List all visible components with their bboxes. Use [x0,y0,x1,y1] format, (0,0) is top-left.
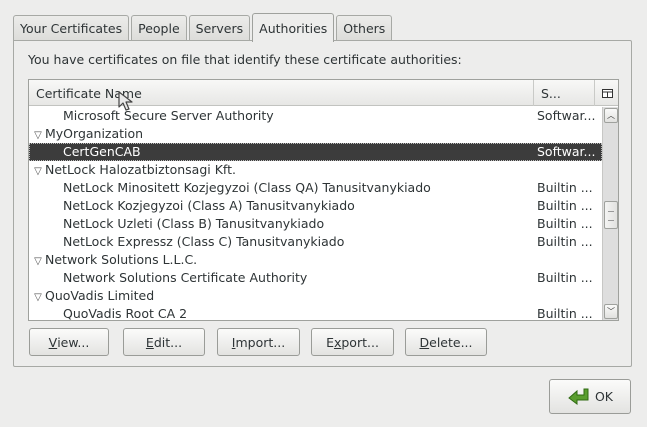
tab-servers[interactable]: Servers [188,15,251,41]
tree-group-row[interactable]: ▽ NetLock Halozatbiztonsagi Kft. [29,161,602,179]
export-label-start: E [326,334,334,350]
column-header-security-device[interactable]: S... [534,80,595,106]
tab-people[interactable]: People [131,15,187,41]
cert-name: Microsoft Secure Server Authority [63,108,274,123]
view-button[interactable]: View... [29,328,109,356]
tree-group-row[interactable]: ▽ QuoVadis Limited [29,287,602,305]
tree-row[interactable]: Network Solutions Certificate Authority … [29,269,602,287]
cert-name: NetLock Kozjegyzoi (Class A) Tanusitvany… [63,198,355,213]
column-picker-icon [601,88,613,98]
cert-security-device: Builtin ... [537,180,593,195]
tab-authorities[interactable]: Authorities [252,13,335,42]
cert-name: NetLock Expressz (Class C) Tanusitvanyki… [63,234,345,249]
delete-button[interactable]: Delete... [405,328,487,356]
chevron-down-icon: ﹀ [607,307,615,316]
export-label: port... [341,334,379,350]
edit-label: dit... [153,334,183,350]
expander-open-icon[interactable]: ▽ [32,256,44,267]
tree-row[interactable]: QuoVadis Root CA 2 Builtin ... [29,305,602,321]
cert-security-device: Softwar... [537,144,596,159]
tab-your-certificates[interactable]: Your Certificates [13,15,130,41]
import-button[interactable]: Import... [217,328,300,356]
tree-rows: Microsoft Secure Server Authority Softwa… [29,107,602,321]
cert-security-device: Builtin ... [537,198,593,213]
ok-label: OK [594,389,614,404]
export-button[interactable]: Ex port... [311,328,394,356]
group-name: Network Solutions L.L.C. [45,252,198,267]
view-mnemonic: V [48,334,58,350]
intro-text: You have certificates on file that ident… [28,52,462,67]
cert-name: Network Solutions Certificate Authority [63,270,308,285]
ok-button[interactable]: OK [549,379,631,414]
tree-row[interactable]: NetLock Expressz (Class C) Tanusitvanyki… [29,233,602,251]
ok-arrow-icon [568,388,589,405]
tree-row[interactable]: NetLock Minositett Kozjegyzoi (Class QA)… [29,179,602,197]
cert-security-device: Softwar... [537,108,596,123]
tree-row[interactable]: Microsoft Secure Server Authority Softwa… [29,107,602,125]
tree-header: Certificate Name S... [29,80,618,106]
certificate-tree[interactable]: Certificate Name S... Microsoft Secure S… [28,79,619,321]
authorities-panel: You have certificates on file that ident… [13,40,632,367]
cert-name: NetLock Uzleti (Class B) Tanusitvanykiad… [63,216,325,231]
scroll-down-button[interactable]: ﹀ [604,304,618,319]
tree-row[interactable]: NetLock Uzleti (Class B) Tanusitvanykiad… [29,215,602,233]
edit-button[interactable]: Edit... [123,328,205,356]
delete-mnemonic: D [419,334,430,350]
expander-open-icon[interactable]: ▽ [32,166,44,177]
expander-open-icon[interactable]: ▽ [32,130,44,141]
column-header-certificate-name[interactable]: Certificate Name [29,80,534,106]
chevron-up-icon: ︿ [607,111,615,120]
cert-name: NetLock Minositett Kozjegyzoi (Class QA)… [63,180,431,195]
group-name: QuoVadis Limited [45,288,155,303]
cert-security-device: Builtin ... [537,234,593,249]
cert-security-device: Builtin ... [537,270,593,285]
column-picker-button[interactable] [595,80,618,106]
scrollbar-thumb[interactable] [604,201,618,229]
cert-security-device: Builtin ... [537,216,593,231]
tree-group-row[interactable]: ▽ Network Solutions L.L.C. [29,251,602,269]
tree-row[interactable]: NetLock Kozjegyzoi (Class A) Tanusitvany… [29,197,602,215]
view-label: iew... [57,334,90,350]
scroll-up-button[interactable]: ︿ [604,108,618,123]
tree-group-row[interactable]: ▽ MyOrganization [29,125,602,143]
cert-name: CertGenCAB [63,144,141,159]
expander-open-icon[interactable]: ▽ [32,292,44,303]
tab-bar: Your Certificates People Servers Authori… [13,13,394,42]
tab-others[interactable]: Others [336,15,393,41]
group-name: NetLock Halozatbiztonsagi Kft. [45,162,236,177]
tree-row-selected[interactable]: CertGenCAB Softwar... [29,143,602,161]
vertical-scrollbar[interactable]: ︿ ﹀ [602,107,618,320]
delete-label: elete... [429,334,473,350]
edit-mnemonic: E [145,334,154,350]
group-name: MyOrganization [45,126,144,141]
import-label: mport... [235,334,286,350]
export-mnemonic: x [333,334,342,350]
cert-name: QuoVadis Root CA 2 [63,306,188,321]
cert-security-device: Builtin ... [537,306,593,321]
